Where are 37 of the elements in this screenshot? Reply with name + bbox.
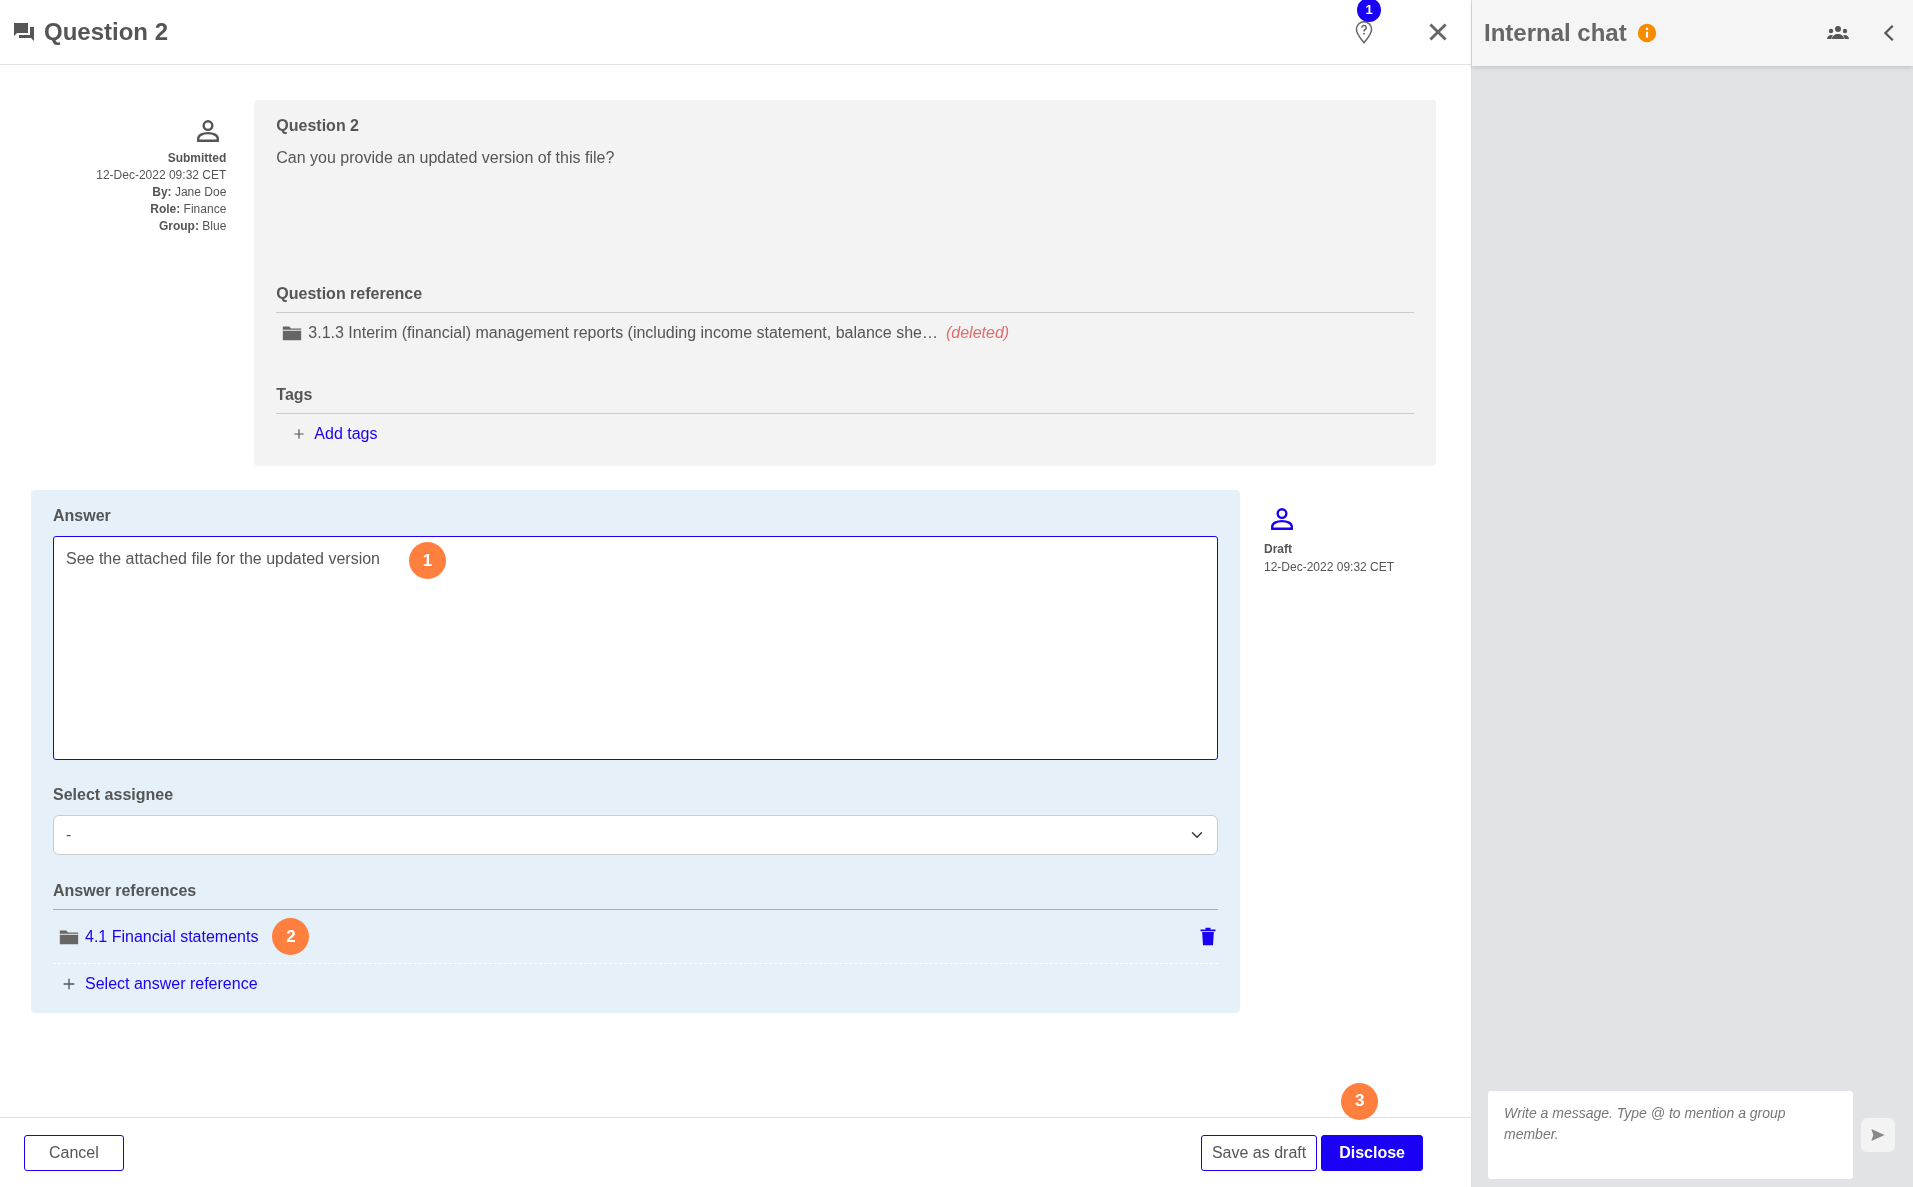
send-button[interactable] — [1861, 1118, 1895, 1152]
chat-title: Internal chat — [1484, 18, 1627, 48]
meta-line: Role: Finance — [150, 201, 227, 218]
user-icon — [1269, 506, 1295, 532]
deleted-note: (deleted) — [945, 323, 1010, 343]
step-marker: 3 — [1341, 1082, 1379, 1120]
plus-icon — [61, 976, 77, 992]
assignee-select[interactable]: - — [53, 815, 1218, 855]
submitted-date: 12-Dec-2022 09:32 CET — [96, 167, 227, 184]
reference-link[interactable]: 4.1 Financial statements — [85, 924, 259, 949]
page-title: Question 2 — [44, 17, 169, 47]
section-heading: Tags — [276, 383, 1414, 414]
plus-icon — [292, 427, 307, 441]
meta-line: Group: Blue — [158, 218, 227, 235]
add-tags-link[interactable]: Add tags — [292, 422, 378, 446]
question-text: Can you provide an updated version of this file? — [276, 148, 616, 168]
disclose-button[interactable]: Disclose — [1321, 1134, 1423, 1171]
save-draft-button[interactable]: Save as draft — [1200, 1134, 1318, 1171]
info-icon — [1636, 23, 1657, 43]
assignee-label: Select assignee — [53, 785, 175, 805]
select-reference-link[interactable]: Select answer reference — [61, 972, 258, 996]
user-icon — [195, 118, 222, 144]
send-icon — [1870, 1127, 1886, 1143]
draft-date: 12-Dec-2022 09:32 CET — [1264, 559, 1395, 576]
section-heading: Question reference — [276, 282, 1414, 313]
status-label: Draft — [1264, 541, 1293, 558]
reference-text: 3.1.3 Interim (financial) management reports (including income statement, balance she… — [308, 323, 938, 343]
question-title: Question 2 — [276, 116, 360, 136]
meta-line: By: Jane Doe — [152, 184, 227, 201]
message-field[interactable]: Write a message. Type @ to mention a group member. — [1488, 1091, 1853, 1179]
status-label: Submitted — [167, 150, 227, 167]
step-marker: 2 — [272, 918, 310, 955]
notification-badge: 1 — [1357, 0, 1381, 22]
answer-label: Answer — [53, 506, 112, 526]
cancel-button[interactable]: Cancel — [24, 1134, 124, 1171]
section-heading: Answer references — [53, 879, 1218, 910]
trash-icon[interactable] — [1198, 926, 1218, 947]
